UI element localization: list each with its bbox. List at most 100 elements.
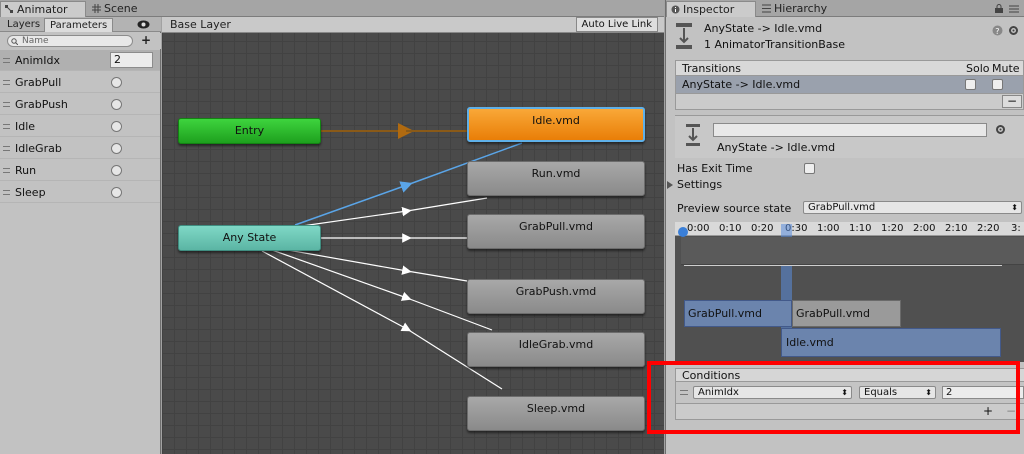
transition-icon bbox=[676, 23, 692, 49]
timeline-tick: 0:20 bbox=[751, 223, 774, 234]
state-node-any-state[interactable]: Any State bbox=[178, 225, 321, 251]
solo-label: Solo bbox=[966, 62, 990, 75]
transition-detail-header: AnyState -> Idle.vmd bbox=[675, 115, 1024, 158]
gear-icon[interactable] bbox=[1008, 25, 1020, 36]
tab-scene[interactable]: Scene bbox=[88, 1, 148, 17]
animator-tabbar: Animator Scene bbox=[0, 0, 664, 17]
parameter-name: GrabPush bbox=[15, 98, 68, 111]
timeline-tick: 1:10 bbox=[849, 223, 872, 234]
tab-inspector[interactable]: Inspector bbox=[666, 1, 756, 17]
transition-name-input[interactable] bbox=[713, 123, 987, 137]
parameter-row-animidx[interactable]: AnimIdx 2 bbox=[0, 50, 160, 71]
state-node-idlegrab[interactable]: IdleGrab.vmd bbox=[467, 332, 645, 367]
trigger-radio[interactable] bbox=[111, 143, 122, 154]
state-node-grabpush[interactable]: GrabPush.vmd bbox=[467, 279, 645, 314]
search-input[interactable]: Name bbox=[7, 35, 133, 47]
state-node-grabpull[interactable]: GrabPull.vmd bbox=[467, 214, 645, 249]
trigger-radio[interactable] bbox=[111, 121, 122, 132]
parameter-row-grabpull[interactable]: GrabPull bbox=[0, 72, 160, 93]
preview-source-label: Preview source state bbox=[677, 202, 792, 215]
drag-handle-icon[interactable] bbox=[3, 168, 10, 173]
parameter-row-run[interactable]: Run bbox=[0, 160, 160, 181]
parameter-name: Run bbox=[15, 164, 37, 177]
breadcrumb: Base Layer Auto Live Link bbox=[162, 17, 664, 33]
drag-handle-icon[interactable] bbox=[3, 146, 10, 151]
tab-animator[interactable]: Animator bbox=[0, 1, 86, 17]
mute-checkbox[interactable] bbox=[992, 79, 1003, 90]
breadcrumb-base-layer[interactable]: Base Layer bbox=[170, 18, 231, 31]
trigger-radio[interactable] bbox=[111, 77, 122, 88]
parameter-name: AnimIdx bbox=[15, 54, 61, 67]
remove-transition-button[interactable]: − bbox=[1002, 95, 1022, 108]
timeline-clip-source[interactable]: GrabPull.vmd bbox=[684, 300, 792, 327]
grid-icon bbox=[92, 4, 101, 13]
tab-layers[interactable]: Layers bbox=[2, 18, 45, 32]
tab-animator-label: Animator bbox=[17, 3, 68, 16]
drag-handle-icon[interactable] bbox=[3, 102, 10, 107]
state-node-idle[interactable]: Idle.vmd bbox=[467, 107, 645, 142]
lock-icon[interactable] bbox=[993, 4, 1005, 13]
inspector-title: AnyState -> Idle.vmd bbox=[704, 22, 823, 35]
timeline-tick: 1:00 bbox=[817, 223, 840, 234]
transitions-header: Transitions Solo Mute bbox=[675, 60, 1024, 76]
auto-live-link-button[interactable]: Auto Live Link bbox=[575, 17, 658, 32]
timeline-tick: 2:20 bbox=[977, 223, 1000, 234]
transitions-label: Transitions bbox=[682, 62, 741, 75]
timeline-tick: 0:00 bbox=[687, 223, 710, 234]
timeline-tick: 1:20 bbox=[881, 223, 904, 234]
anystate-to-run-transition[interactable] bbox=[294, 197, 488, 228]
gear-icon[interactable] bbox=[995, 124, 1007, 135]
has-exit-time-checkbox[interactable] bbox=[804, 163, 815, 174]
trigger-radio[interactable] bbox=[111, 187, 122, 198]
parameter-name: GrabPull bbox=[15, 76, 62, 89]
has-exit-time-label: Has Exit Time bbox=[677, 162, 753, 175]
drag-handle-icon[interactable] bbox=[3, 58, 10, 63]
drag-handle-icon[interactable] bbox=[3, 124, 10, 129]
timeline-curve-area bbox=[681, 237, 1024, 265]
expand-arrow-icon[interactable] bbox=[667, 181, 674, 189]
search-placeholder: Name bbox=[22, 36, 49, 46]
eye-icon[interactable] bbox=[137, 20, 150, 29]
parameters-panel: Layers Parameters Name + AnimIdx 2 GrabP… bbox=[0, 17, 161, 454]
timeline-curve-line bbox=[684, 265, 1002, 266]
preview-source-value: GrabPull.vmd bbox=[808, 202, 876, 213]
search-icon bbox=[11, 38, 18, 45]
settings-foldout[interactable]: Settings bbox=[677, 178, 722, 191]
parameter-row-sleep[interactable]: Sleep bbox=[0, 182, 160, 203]
transition-icon bbox=[686, 124, 700, 146]
tab-inspector-label: Inspector bbox=[683, 3, 735, 16]
parameter-name: Idle bbox=[15, 120, 36, 133]
parameter-row-grabpush[interactable]: GrabPush bbox=[0, 94, 160, 115]
timeline-tick: 3: bbox=[1011, 223, 1021, 234]
state-node-entry[interactable]: Entry bbox=[178, 118, 321, 144]
timeline-tick: 2:10 bbox=[945, 223, 968, 234]
info-icon bbox=[671, 5, 680, 14]
state-node-run[interactable]: Run.vmd bbox=[467, 161, 645, 196]
parameter-value-input[interactable]: 2 bbox=[110, 52, 153, 68]
add-parameter-button[interactable]: + bbox=[141, 33, 151, 47]
tab-parameters[interactable]: Parameters bbox=[44, 18, 114, 32]
preview-source-dropdown[interactable]: GrabPull.vmd ⬍ bbox=[803, 201, 1022, 214]
transition-row[interactable]: AnyState -> Idle.vmd bbox=[675, 76, 1024, 94]
trigger-radio[interactable] bbox=[111, 99, 122, 110]
parameter-row-idle[interactable]: Idle bbox=[0, 116, 160, 137]
highlight-box bbox=[647, 361, 1020, 434]
parameter-row-idlegrab[interactable]: IdleGrab bbox=[0, 138, 160, 159]
state-node-sleep[interactable]: Sleep.vmd bbox=[467, 396, 645, 431]
solo-checkbox[interactable] bbox=[965, 79, 976, 90]
tab-hierarchy[interactable]: Hierarchy bbox=[758, 1, 838, 17]
timeline-tick: 0:10 bbox=[719, 223, 742, 234]
timeline-ruler[interactable]: 0:00 0:10 0:20 0:30 1:00 1:10 1:20 2:00 … bbox=[675, 222, 1024, 236]
panel-menu-icon[interactable] bbox=[1009, 5, 1019, 13]
help-icon[interactable]: ? bbox=[992, 25, 1003, 36]
trigger-radio[interactable] bbox=[111, 165, 122, 176]
drag-handle-icon[interactable] bbox=[3, 80, 10, 85]
timeline-clip-destination[interactable]: Idle.vmd bbox=[781, 328, 1001, 357]
transitions-footer: − bbox=[675, 94, 1024, 110]
dropdown-arrows-icon: ⬍ bbox=[1011, 203, 1018, 212]
list-icon bbox=[762, 4, 771, 13]
drag-handle-icon[interactable] bbox=[3, 190, 10, 195]
timeline-clip-source-loop[interactable]: GrabPull.vmd bbox=[792, 300, 901, 327]
anystate-to-idlegrab-transition[interactable] bbox=[271, 249, 493, 331]
tab-scene-label: Scene bbox=[104, 2, 138, 15]
